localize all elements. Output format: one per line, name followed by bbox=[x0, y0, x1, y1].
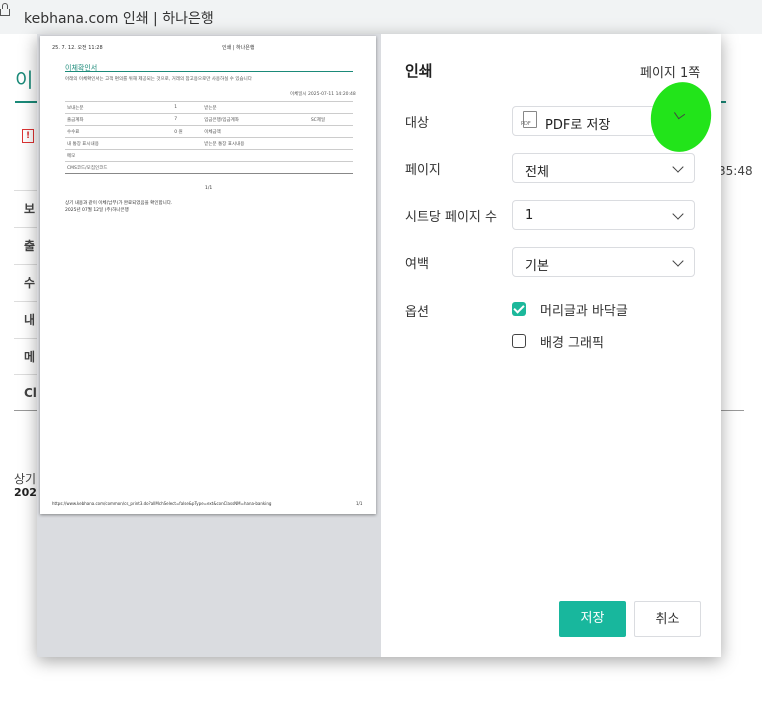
preview-doc-date: 이체일시 2025-07-11 14:20:48 bbox=[290, 92, 356, 97]
headers-footers-checkbox[interactable] bbox=[512, 302, 526, 316]
preview-page: 25. 7. 12. 오전 11:28 인쇄 | 하나은행 이체확인서 아래의 … bbox=[40, 36, 376, 514]
address-bar[interactable]: kebhana.com 인쇄 | 하나은행 bbox=[0, 0, 762, 34]
table-cell bbox=[172, 137, 203, 150]
preview-note-date: 2025년 07월 12일 (주)하나은행 bbox=[65, 208, 129, 213]
bg-footer-text: 상기 bbox=[14, 472, 37, 486]
preview-header-title: 인쇄 | 하나은행 bbox=[222, 45, 255, 51]
background-graphics-checkbox[interactable] bbox=[512, 334, 526, 348]
chevron-down-icon bbox=[672, 161, 684, 173]
chevron-down-icon bbox=[672, 208, 684, 220]
table-cell bbox=[308, 125, 353, 138]
table-cell: 내 통장 표시내용 bbox=[65, 137, 173, 150]
bg-page-title: 이 bbox=[15, 68, 36, 92]
table-cell bbox=[172, 149, 203, 162]
table-row: 내 통장 표시내용 받는분 통장 표시내용 bbox=[65, 137, 353, 150]
table-cell: SC제일 bbox=[308, 113, 353, 126]
preview-header-date: 25. 7. 12. 오전 11:28 bbox=[52, 45, 103, 51]
preview-title-rule bbox=[65, 71, 353, 72]
table-cell: 받는분 통장 표시내용 bbox=[202, 137, 309, 150]
table-row: 메모 bbox=[65, 149, 353, 162]
pages-value: 전체 bbox=[525, 165, 549, 180]
print-dialog: 25. 7. 12. 오전 11:28 인쇄 | 하나은행 이체확인서 아래의 … bbox=[37, 34, 721, 657]
table-cell: 받는분 bbox=[202, 101, 309, 114]
preview-table: 보내는분 1 받는분 출금계좌 7 입금은행/입금계좌 SC제일 수수료 0 원… bbox=[65, 101, 353, 174]
margins-label: 여백 bbox=[405, 257, 429, 272]
pages-per-sheet-select[interactable]: 1 bbox=[512, 200, 695, 230]
pdf-file-icon bbox=[521, 111, 537, 128]
margins-value: 기본 bbox=[525, 259, 549, 274]
table-cell: 7 bbox=[172, 113, 203, 126]
table-cell: 보내는분 bbox=[65, 101, 173, 114]
dialog-title: 인쇄 bbox=[405, 62, 433, 80]
table-cell: 메모 bbox=[65, 149, 173, 162]
pages-per-sheet-label: 시트당 페이지 수 bbox=[405, 210, 497, 225]
table-cell: 이체금액 bbox=[202, 125, 309, 138]
save-button[interactable]: 저장 bbox=[559, 601, 626, 637]
background-graphics-label[interactable]: 배경 그래픽 bbox=[540, 332, 604, 351]
chevron-down-icon bbox=[672, 255, 684, 267]
print-preview-area[interactable]: 25. 7. 12. 오전 11:28 인쇄 | 하나은행 이체확인서 아래의 … bbox=[37, 34, 381, 657]
table-cell: 입금은행/입금계좌 bbox=[202, 113, 309, 126]
pages-select[interactable]: 전체 bbox=[512, 153, 695, 183]
pages-per-sheet-value: 1 bbox=[525, 208, 534, 223]
table-cell bbox=[172, 161, 203, 174]
page-count: 페이지 1쪽 bbox=[640, 66, 701, 81]
chevron-down-icon bbox=[673, 108, 686, 120]
url-text[interactable]: kebhana.com 인쇄 | 하나은행 bbox=[24, 8, 214, 28]
table-row: CMS코드/모집인코드 bbox=[65, 161, 353, 174]
preview-note: 상기 내용과 같이 이체(납부)가 완료되었음을 확인합니다. bbox=[65, 201, 173, 206]
preview-footer-url: https://www.kebhana.com/common/cs_print3… bbox=[52, 501, 272, 506]
pages-label: 페이지 bbox=[405, 163, 441, 178]
destination-value: PDF로 저장 bbox=[545, 118, 611, 133]
table-cell bbox=[308, 137, 353, 150]
lock-icon bbox=[0, 3, 10, 16]
table-cell: 0 원 bbox=[172, 125, 203, 138]
green-highlight-mark[interactable] bbox=[645, 77, 717, 157]
headers-footers-label[interactable]: 머리글과 바닥글 bbox=[540, 300, 628, 319]
preview-footer-page: 1/1 bbox=[356, 501, 363, 506]
table-cell bbox=[202, 161, 309, 174]
table-cell: 수수료 bbox=[65, 125, 173, 138]
margins-select[interactable]: 기본 bbox=[512, 247, 695, 277]
destination-label: 대상 bbox=[405, 116, 429, 131]
options-label: 옵션 bbox=[405, 305, 429, 320]
table-cell bbox=[202, 149, 309, 162]
table-cell: 출금계좌 bbox=[65, 113, 173, 126]
table-cell: CMS코드/모집인코드 bbox=[65, 161, 173, 174]
table-cell bbox=[308, 149, 353, 162]
print-settings-panel: 인쇄 페이지 1쪽 대상 PDF로 저장 페이지 전체 시트당 페이지 수 1 … bbox=[381, 34, 721, 657]
table-row: 출금계좌 7 입금은행/입금계좌 SC제일 bbox=[65, 113, 353, 126]
preview-page-indicator: 1/1 bbox=[205, 186, 213, 191]
warning-icon: ! bbox=[22, 129, 34, 143]
table-row: 보내는분 1 받는분 bbox=[65, 101, 353, 114]
bg-time: 35:48 bbox=[718, 164, 753, 178]
table-cell bbox=[308, 101, 353, 114]
cancel-button[interactable]: 취소 bbox=[634, 601, 701, 637]
bg-title-underline bbox=[15, 101, 37, 103]
table-cell bbox=[308, 161, 353, 174]
preview-doc-desc: 아래의 이체확인서는 고객 편의를 위해 제공되는 것으로, 거래의 참고용으로… bbox=[65, 77, 252, 82]
table-row: 수수료 0 원 이체금액 bbox=[65, 125, 353, 138]
table-cell: 1 bbox=[172, 101, 203, 114]
